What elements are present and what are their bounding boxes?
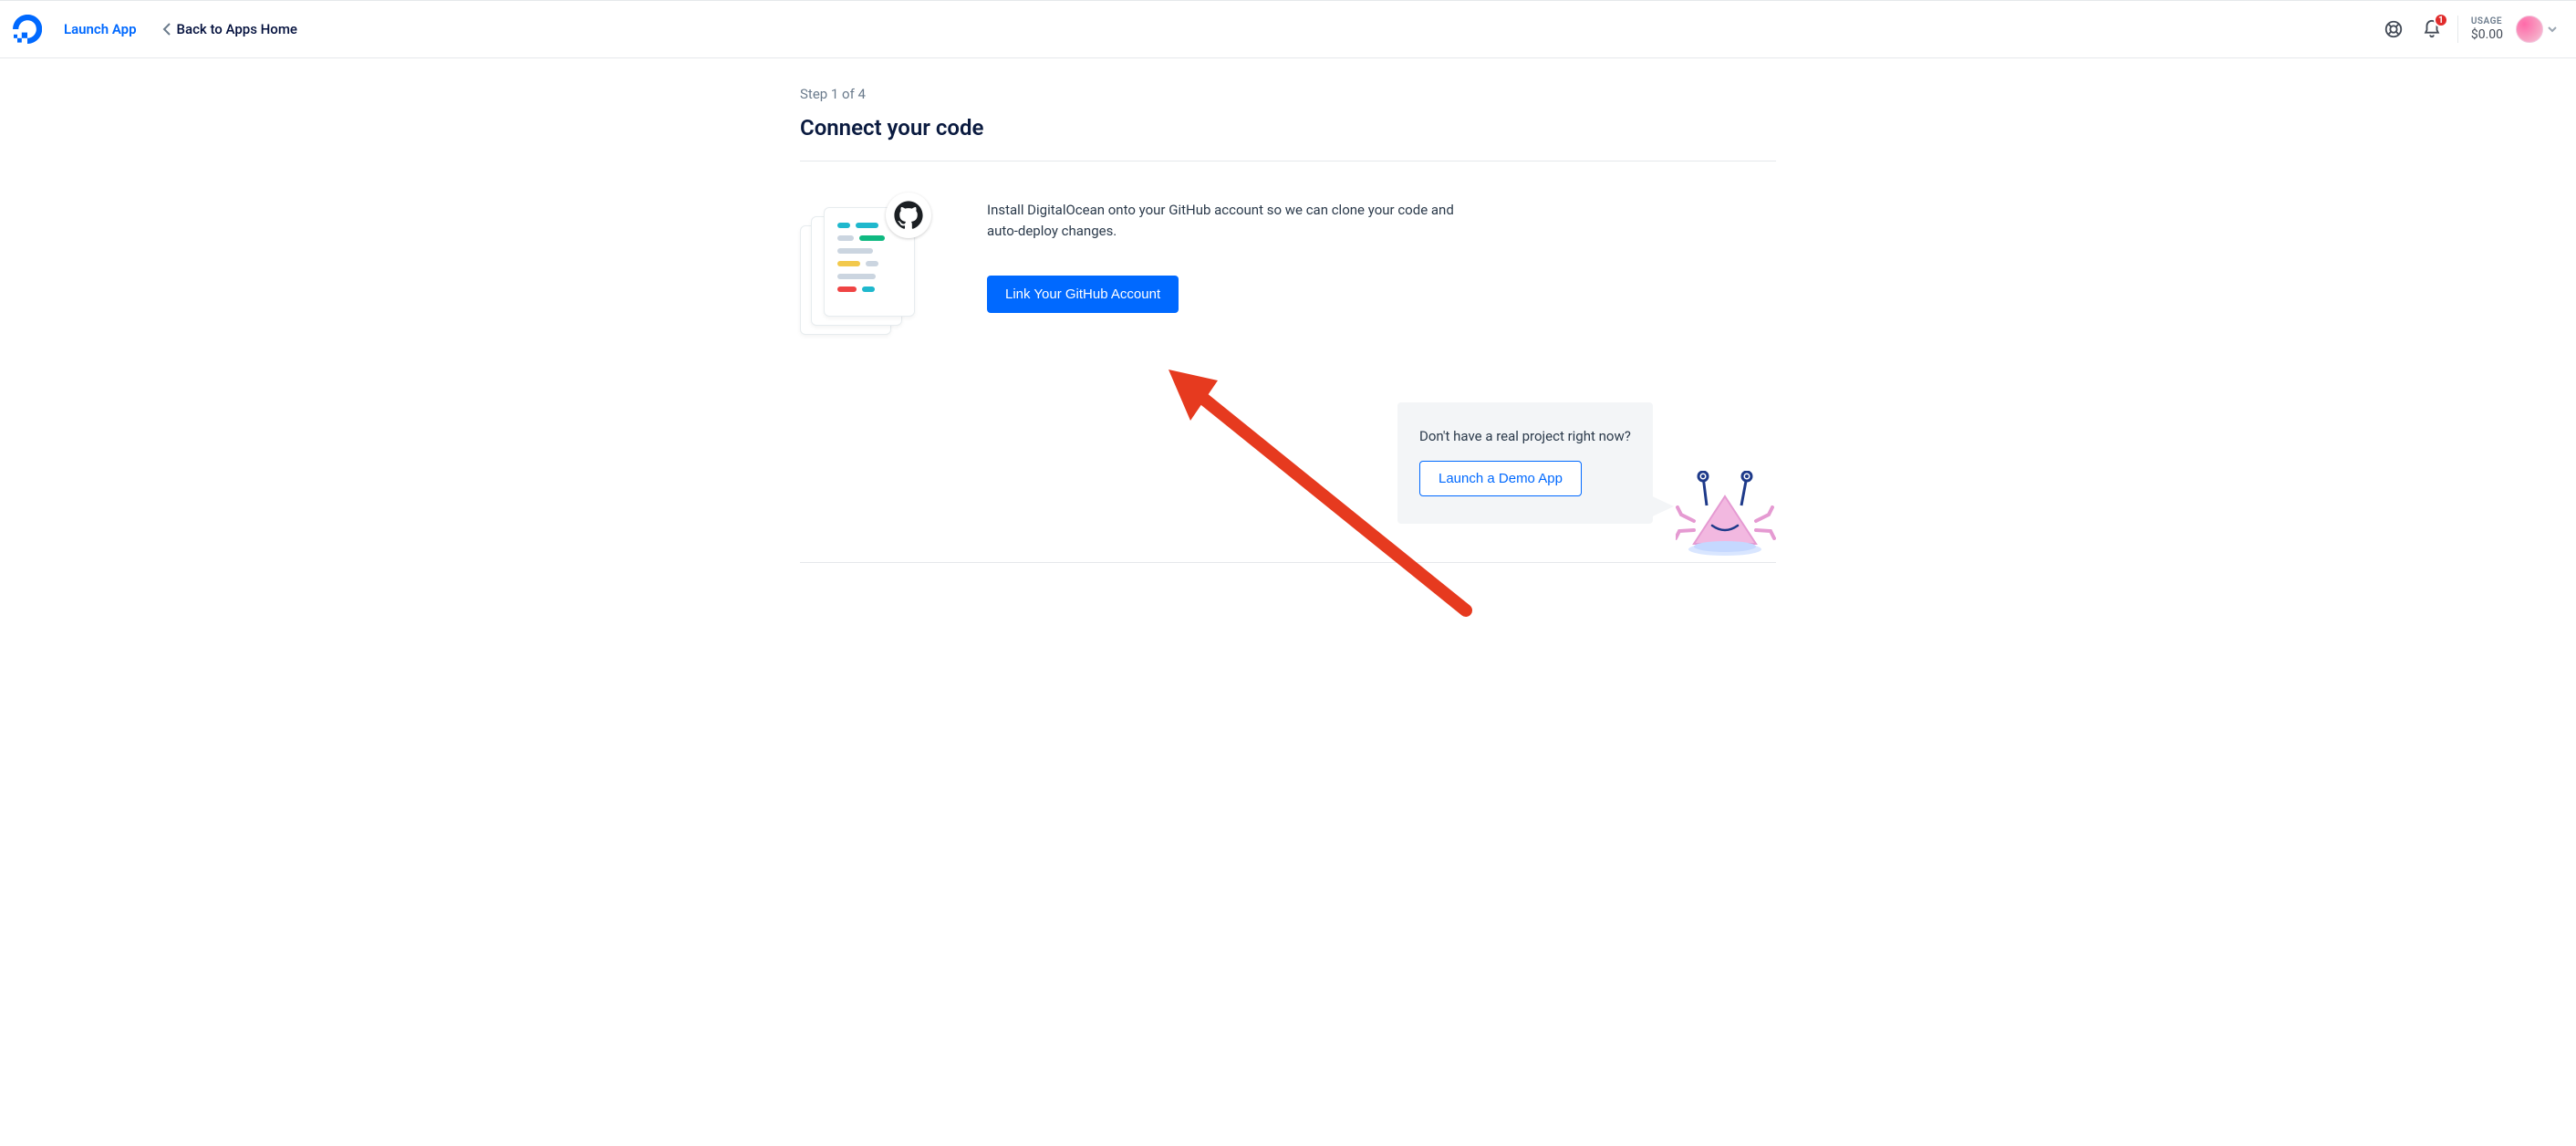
support-icon[interactable] [2381,16,2406,42]
launch-app-link[interactable]: Launch App [64,21,137,37]
header-divider [2457,16,2458,43]
usage-value: $0.00 [2471,27,2503,43]
demo-prompt: Don't have a real project right now? [1419,428,1631,444]
avatar [2516,16,2543,43]
digitalocean-logo[interactable] [9,11,46,47]
back-to-apps-link[interactable]: Back to Apps Home [162,21,297,37]
link-github-button[interactable]: Link Your GitHub Account [987,276,1179,313]
usage-block[interactable]: USAGE $0.00 [2471,16,2503,43]
digitalocean-logo-icon [13,15,42,44]
step-indicator: Step 1 of 4 [800,86,1776,102]
mascot-icon [1676,471,1776,562]
connect-description: Install DigitalOcean onto your GitHub ac… [987,200,1480,243]
account-menu[interactable] [2516,16,2558,43]
connect-copy: Install DigitalOcean onto your GitHub ac… [987,198,1480,313]
connect-section: Install DigitalOcean onto your GitHub ac… [800,161,1776,377]
top-bar: Launch App Back to Apps Home 1 USAGE $0.… [0,0,2576,58]
wizard-page: Step 1 of 4 Connect your code Ins [800,58,1776,636]
speech-bubble-tail [1646,494,1674,519]
demo-panel: Don't have a real project right now? Lau… [1397,402,1776,562]
page-title: Connect your code [800,115,1776,141]
notifications-icon[interactable]: 1 [2419,16,2445,42]
github-octocat-icon [886,193,931,238]
code-illustration [800,198,937,353]
back-to-apps-label: Back to Apps Home [177,21,297,37]
launch-demo-button[interactable]: Launch a Demo App [1419,461,1582,496]
chevron-left-icon [162,22,171,36]
notifications-badge: 1 [2434,13,2448,27]
usage-label: USAGE [2471,16,2503,27]
header-icons: 1 USAGE $0.00 [2381,16,2558,43]
chevron-down-icon [2547,24,2558,35]
divider-bottom [800,562,1776,563]
